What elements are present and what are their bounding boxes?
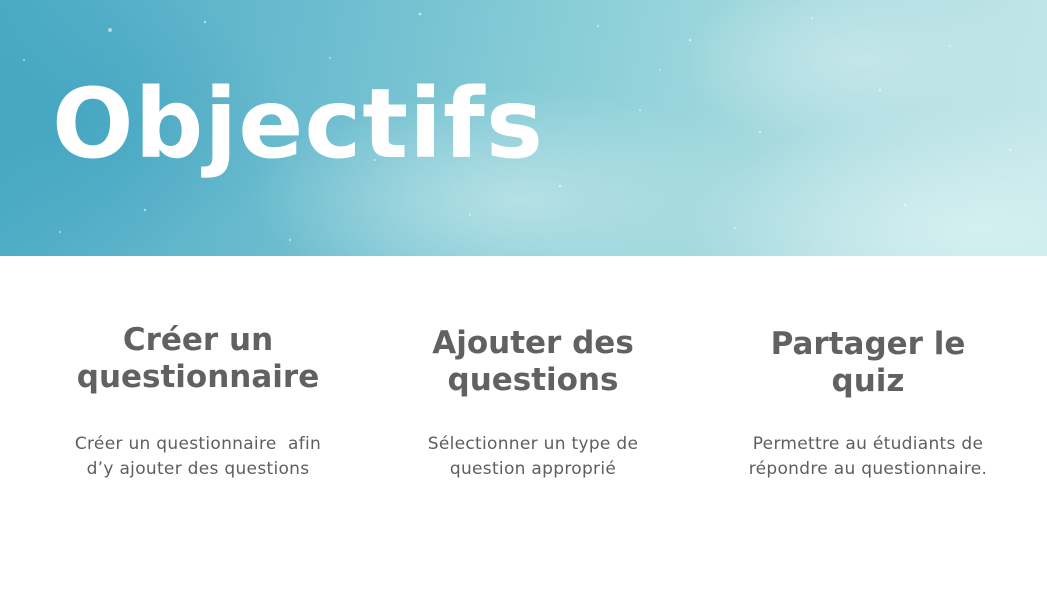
description-line: question approprié [449,459,617,479]
heading-line: quiz [831,363,905,399]
objective-description: Sélectionner un type de question appropr… [383,432,683,482]
description-line: d’y ajouter des questions [86,459,310,479]
heading-line: questionnaire [76,359,320,395]
description-line: Permettre au étudiants de [752,434,984,454]
objective-heading: Créer un questionnaire [48,322,348,396]
watercolor-banner: Objectifs [0,0,1047,256]
objective-heading: Ajouter des questions [383,325,683,399]
objective-description: Créer un questionnaire afin d’y ajouter … [48,432,348,482]
heading-line: questions [447,362,619,398]
description-line: répondre au questionnaire. [748,459,988,479]
description-line: Créer un questionnaire afin [74,434,322,454]
objective-share-quiz: Partager le quiz Permettre au étudiants … [718,326,1018,482]
heading-line: Créer un [122,322,274,358]
slide: Objectifs Créer un questionnaire Créer u… [0,0,1047,589]
description-line: Sélectionner un type de [427,434,639,454]
objective-description: Permettre au étudiants de répondre au qu… [718,432,1018,482]
slide-title: Objectifs [52,68,544,180]
heading-line: Partager le [770,326,966,362]
heading-line: Ajouter des [432,325,634,361]
objective-create-questionnaire: Créer un questionnaire Créer un question… [48,322,348,482]
objective-add-questions: Ajouter des questions Sélectionner un ty… [383,325,683,482]
objective-heading: Partager le quiz [718,326,1018,400]
